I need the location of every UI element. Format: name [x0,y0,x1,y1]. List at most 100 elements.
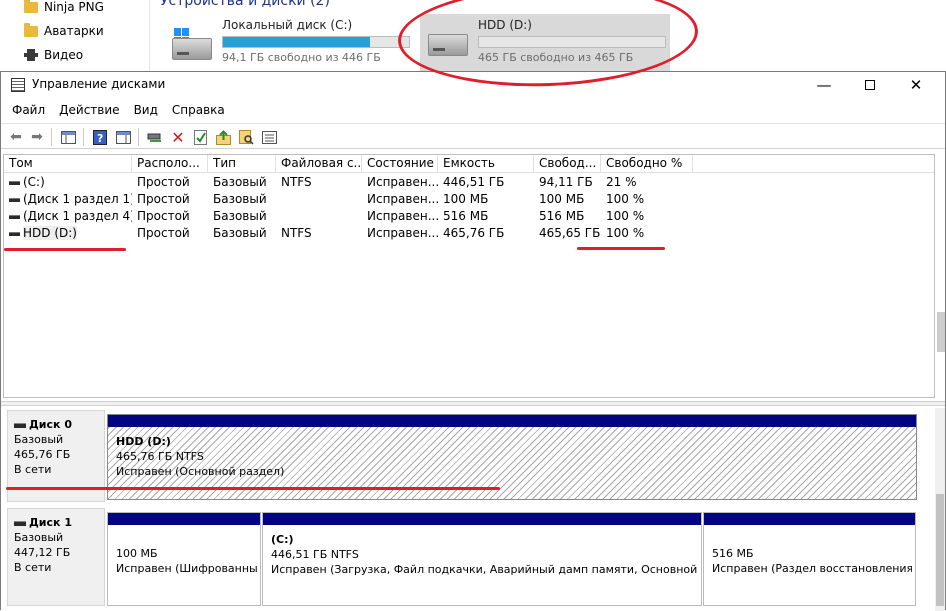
column-header-filesystem[interactable]: Файловая с... [276,155,362,173]
volume-list-scrollbar[interactable] [937,312,945,352]
console-tree-icon[interactable] [59,128,77,146]
disk-management-icon [11,78,25,92]
partition-info: (C:) 446,51 ГБ NTFS Исправен (Загрузка, … [266,528,698,602]
column-header-layout[interactable]: Располо... [132,155,208,173]
upload-folder-icon[interactable] [214,128,232,146]
volume-icon [9,214,20,219]
search-document-icon[interactable] [237,128,255,146]
partition-recovery[interactable]: 516 МБ Исправен (Раздел восстановления) [703,512,916,606]
volume-icon [9,231,20,236]
status-cell: Исправен... [367,192,438,206]
layout-cell: Простой [137,175,190,189]
partition-size: 516 МБ [712,547,754,560]
partition-size: 446,51 ГБ NTFS [271,548,359,561]
filesystem-cell [276,191,362,208]
volume-cell: (Диск 1 раздел 1) [4,191,132,208]
menu-help[interactable]: Справка [165,100,232,120]
disk-type: Базовый [14,531,64,544]
connect-drive-icon[interactable] [146,128,164,146]
disk-map-scrollbar[interactable] [935,408,945,611]
disk-icon [14,520,26,526]
maximize-button[interactable] [847,72,893,98]
layout-cell: Простой [137,226,190,240]
volume-name: (Диск 1 раздел 1) [23,192,132,206]
partition-size: 100 МБ [116,547,158,560]
drive-free-space: 94,1 ГБ свободно из 446 ГБ [222,51,381,64]
type-cell: Базовый [213,209,267,223]
menu-file[interactable]: Файл [5,100,52,120]
disk-size: 465,76 ГБ [14,448,71,461]
free-percent-cell: 21 % [606,175,637,189]
disk-icon [14,422,26,428]
delete-icon[interactable]: ✕ [169,128,187,147]
volume-name: (C:) [23,175,45,189]
nav-item-avatars[interactable]: Аватарки [24,20,104,42]
table-row[interactable]: (Диск 1 раздел 4) Простой Базовый Исправ… [4,208,934,225]
nav-item-ninja-png[interactable]: Ninja PNG [24,0,104,18]
partition-name: HDD (D:) [116,435,171,448]
table-row[interactable]: HDD (D:) Простой Базовый NTFS Исправен..… [4,225,934,242]
partition-header-bar [108,415,916,427]
volume-name: (Диск 1 раздел 4) [23,209,132,223]
table-row[interactable]: (C:) Простой Базовый NTFS Исправен... 44… [4,174,934,191]
menu-view[interactable]: Вид [127,100,165,120]
hard-drive-icon [172,38,212,60]
partition-info: 516 МБ Исправен (Раздел восстановления) [707,528,912,602]
disk-type: Базовый [14,433,64,446]
partition-c[interactable]: (C:) 446,51 ГБ NTFS Исправен (Загрузка, … [262,512,702,606]
column-header-free-percent[interactable]: Свободно % [601,155,693,173]
nav-item-label: Видео [44,48,84,62]
menu-action[interactable]: Действие [52,100,126,120]
drive-usage-bar [222,36,410,48]
column-header-volume[interactable]: Том [4,155,132,173]
annotation-underline [6,487,500,490]
annotation-underline [4,248,126,251]
disk-name: Диск 0 [29,418,72,431]
partition-header-bar [704,513,915,525]
partition-header-bar [263,513,701,525]
minimize-button[interactable]: — [801,72,847,98]
column-header-free-space[interactable]: Свобод... [534,155,601,173]
column-header-capacity[interactable]: Емкость [438,155,534,173]
annotation-underline [577,247,665,250]
free-space-cell: 465,65 ГБ [539,226,601,240]
svg-text:?: ? [97,132,103,145]
properties-panel-icon[interactable] [114,128,132,146]
back-arrow-icon[interactable]: ⬅ [7,128,25,146]
window-title: Управление дисками [32,77,166,91]
partition-info: 100 МБ Исправен (Шифрованны [111,528,257,602]
capacity-cell: 465,76 ГБ [443,226,505,240]
status-cell: Исправен... [367,226,438,240]
capacity-cell: 516 МБ [443,209,489,223]
forward-arrow-icon[interactable]: ➡ [28,128,46,146]
table-row[interactable]: (Диск 1 раздел 1) Простой Базовый Исправ… [4,191,934,208]
pane-splitter[interactable] [1,401,945,406]
list-view-icon[interactable] [260,128,278,146]
status-cell: Исправен... [367,209,438,223]
drive-tile-c[interactable]: Локальный диск (C:) 94,1 ГБ свободно из … [164,14,414,72]
partition-status: Исправен (Шифрованны [116,562,257,575]
devices-section-header[interactable]: Устройства и диски (2) [160,0,330,9]
disk-1-label[interactable]: Диск 1 Базовый 447,12 ГБ В сети [7,508,105,606]
video-icon [24,49,38,61]
volume-icon [9,197,20,202]
toolbar: ⬅ ➡ ? ✕ [1,123,945,149]
checklist-icon[interactable] [191,128,209,146]
filesystem-cell: NTFS [281,226,312,240]
free-percent-cell: 100 % [606,192,645,206]
column-header-type[interactable]: Тип [208,155,276,173]
column-header-status[interactable]: Состояние [362,155,438,173]
partition-status: Исправен (Раздел восстановления) [712,562,912,575]
help-icon[interactable]: ? [91,128,109,146]
status-cell: Исправен... [367,175,438,189]
partition-status: Исправен (Основной раздел) [116,465,285,478]
close-button[interactable]: ✕ [893,72,939,98]
folder-icon [24,0,38,13]
scrollbar-thumb[interactable] [936,494,944,606]
filesystem-cell: NTFS [281,175,312,189]
free-percent-cell: 100 % [606,209,645,223]
drive-usage-fill [223,37,370,47]
partition-efi[interactable]: 100 МБ Исправен (Шифрованны [107,512,261,606]
nav-item-video[interactable]: Видео [24,44,83,66]
layout-cell: Простой [137,209,190,223]
